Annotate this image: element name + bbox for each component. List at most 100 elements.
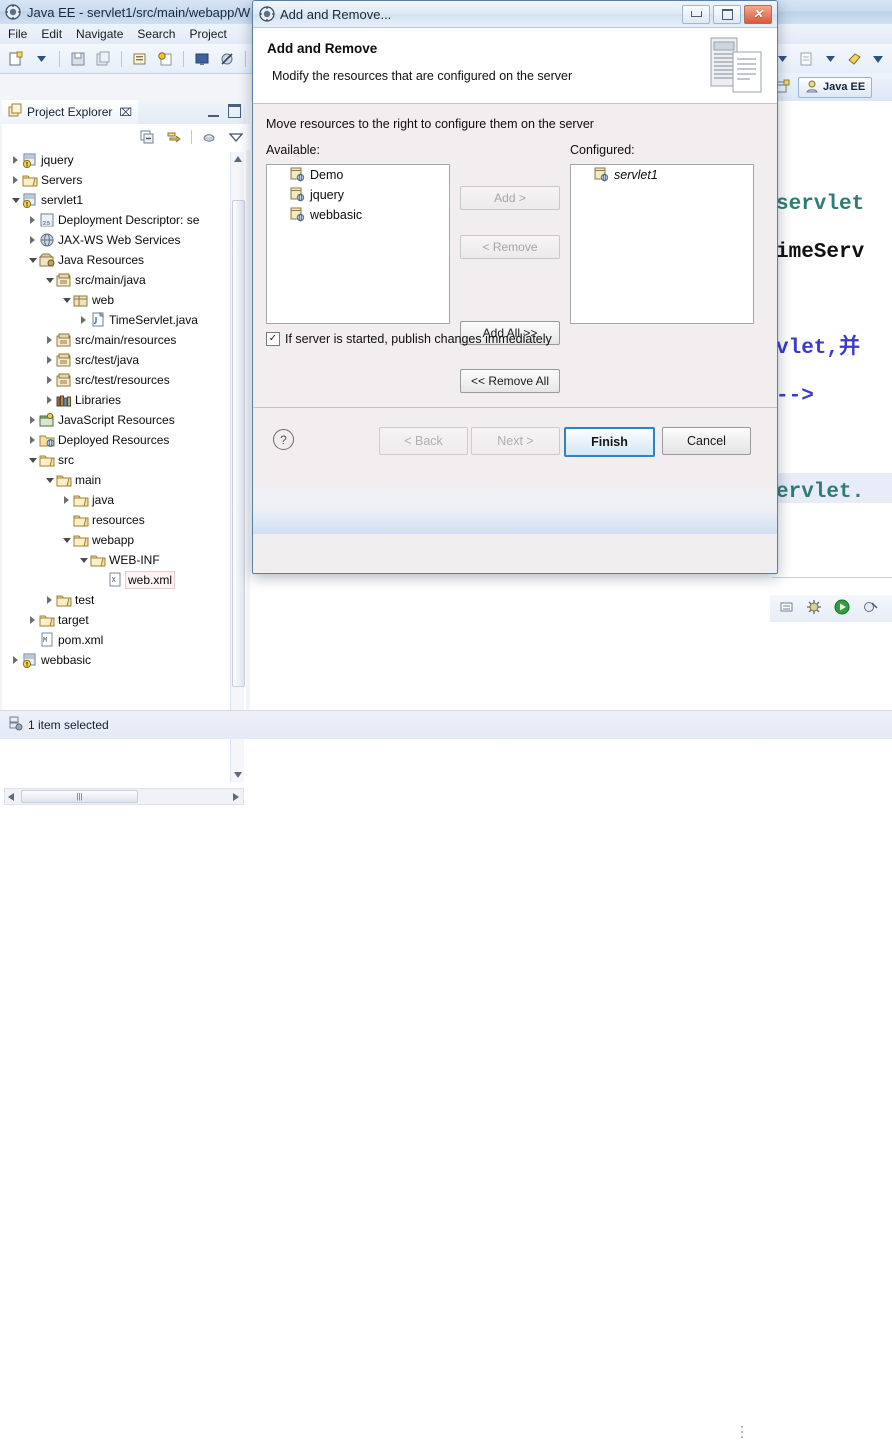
add-button[interactable]: Add > [460,186,560,210]
tree-expand-arrow-right-icon[interactable] [27,410,38,430]
tree-item[interactable]: Java Resources [2,250,230,270]
save-all-icon[interactable] [93,49,113,69]
close-button[interactable]: ✕ [744,4,772,24]
debug-icon[interactable] [806,599,822,618]
project-tree[interactable]: jquery Servers servlet1 2.5 Deployment Descr… [2,150,230,788]
scroll-left-icon[interactable] [8,790,14,804]
remove-button[interactable]: < Remove [460,235,560,259]
tree-expand-arrow-right-icon[interactable] [44,590,55,610]
close-icon[interactable]: ⌧ [119,106,132,119]
tree-expand-arrow-down-icon[interactable] [44,470,55,490]
tree-item[interactable]: src/main/resources [2,330,230,350]
menu-navigate[interactable]: Navigate [76,27,123,41]
start-icon[interactable] [834,599,850,618]
tree-expand-arrow-down-icon[interactable] [78,550,89,570]
minimize-button[interactable] [682,4,710,24]
scroll-right-icon[interactable] [233,790,239,804]
new-icon[interactable] [6,49,26,69]
menu-edit[interactable]: Edit [41,27,62,41]
next-button[interactable]: Next > [471,427,560,455]
editor-code[interactable]: servlet imeServ vlet,并 --> ervlet. [776,181,864,517]
list-item[interactable]: webbasic [267,205,449,225]
tree-expand-arrow-right-icon[interactable] [27,210,38,230]
annotation-icon[interactable] [844,49,864,69]
tree-item[interactable]: Deployed Resources [2,430,230,450]
tree-expand-arrow-down-icon[interactable] [10,190,21,210]
next-annotation-icon[interactable] [868,49,888,69]
tree-item[interactable]: resources [2,510,230,530]
tree-expand-arrow-right-icon[interactable] [44,370,55,390]
tree-item[interactable]: src [2,450,230,470]
tree-item[interactable]: target [2,610,230,630]
menu-search[interactable]: Search [137,27,175,41]
properties-icon[interactable] [780,600,794,617]
publish-immediately-row[interactable]: ✓ If server is started, publish changes … [266,332,552,346]
tree-expand-arrow-right-icon[interactable] [61,490,72,510]
tree-item[interactable]: Mpom.xml [2,630,230,650]
tree-item[interactable]: main [2,470,230,490]
tree-item[interactable]: WEB-INF [2,550,230,570]
cancel-button[interactable]: Cancel [662,427,751,455]
tree-item[interactable]: webapp [2,530,230,550]
finish-button[interactable]: Finish [564,427,655,457]
tree-item[interactable]: Xweb.xml [2,570,230,590]
list-item[interactable]: jquery [267,185,449,205]
tree-item[interactable]: 2.5 Deployment Descriptor: se [2,210,230,230]
list-item[interactable]: servlet1 [571,165,753,185]
open-type-icon[interactable] [796,49,816,69]
tree-item[interactable]: web [2,290,230,310]
tree-expand-arrow-right-icon[interactable] [27,430,38,450]
tree-item[interactable]: jquery [2,150,230,170]
tree-expand-arrow-right-icon[interactable] [44,330,55,350]
remove-all-button[interactable]: << Remove All [460,369,560,393]
publish-immediately-checkbox[interactable]: ✓ [266,332,280,346]
view-menu-icon[interactable] [226,127,246,147]
dialog-titlebar[interactable]: Add and Remove... ✕ [253,1,777,28]
tree-expand-arrow-right-icon[interactable] [44,390,55,410]
tree-expand-arrow-down-icon[interactable] [44,270,55,290]
tree-vertical-scrollbar[interactable] [230,152,245,782]
scroll-thumb[interactable] [232,200,245,687]
tree-item[interactable]: src/test/java [2,350,230,370]
available-list[interactable]: Demo jquery webbasic [266,164,450,324]
save-icon[interactable] [68,49,88,69]
profile-icon[interactable] [862,599,878,618]
tree-expand-arrow-right-icon[interactable] [10,170,21,190]
tree-expand-arrow-right-icon[interactable] [44,350,55,370]
help-button[interactable]: ? [273,429,294,450]
maximize-button[interactable] [713,4,741,24]
console-icon[interactable] [192,49,212,69]
build-icon[interactable] [155,49,175,69]
tree-expand-arrow-down-icon[interactable] [27,250,38,270]
perspective-java-ee[interactable]: Java EE [798,76,873,98]
configured-list[interactable]: servlet1 [570,164,754,324]
tree-item[interactable]: servlet1 [2,190,230,210]
tree-expand-arrow-right-icon[interactable] [10,650,21,670]
back-button[interactable]: < Back [379,427,468,455]
list-item[interactable]: Demo [267,165,449,185]
tree-horizontal-scrollbar[interactable]: ||| [4,788,244,805]
print-icon[interactable] [130,49,150,69]
view-menu-focus-icon[interactable] [199,127,219,147]
skip-breakpoints-icon[interactable] [217,49,237,69]
tree-item[interactable]: java [2,490,230,510]
tab-project-explorer[interactable]: Project Explorer ⌧ [2,100,139,124]
tree-item[interactable]: src/main/java [2,270,230,290]
tree-expand-arrow-down-icon[interactable] [27,450,38,470]
tree-expand-arrow-right-icon[interactable] [78,310,89,330]
tree-expand-arrow-right-icon[interactable] [10,150,21,170]
link-with-editor-icon[interactable] [164,127,184,147]
chevron-down-icon-3[interactable] [820,49,840,69]
scroll-down-icon[interactable] [231,768,244,781]
hscroll-thumb[interactable]: ||| [21,790,138,803]
tree-expand-arrow-right-icon[interactable] [27,610,38,630]
tree-item[interactable]: webbasic [2,650,230,670]
collapse-all-icon[interactable] [137,127,157,147]
menu-project[interactable]: Project [189,27,226,41]
tree-item[interactable]: TimeServlet.java [2,310,230,330]
tree-expand-arrow-down-icon[interactable] [61,290,72,310]
tree-item[interactable]: src/test/resources [2,370,230,390]
tree-expand-arrow-right-icon[interactable] [27,230,38,250]
tree-item[interactable]: JavaScript Resources [2,410,230,430]
scroll-up-icon[interactable] [231,152,244,165]
